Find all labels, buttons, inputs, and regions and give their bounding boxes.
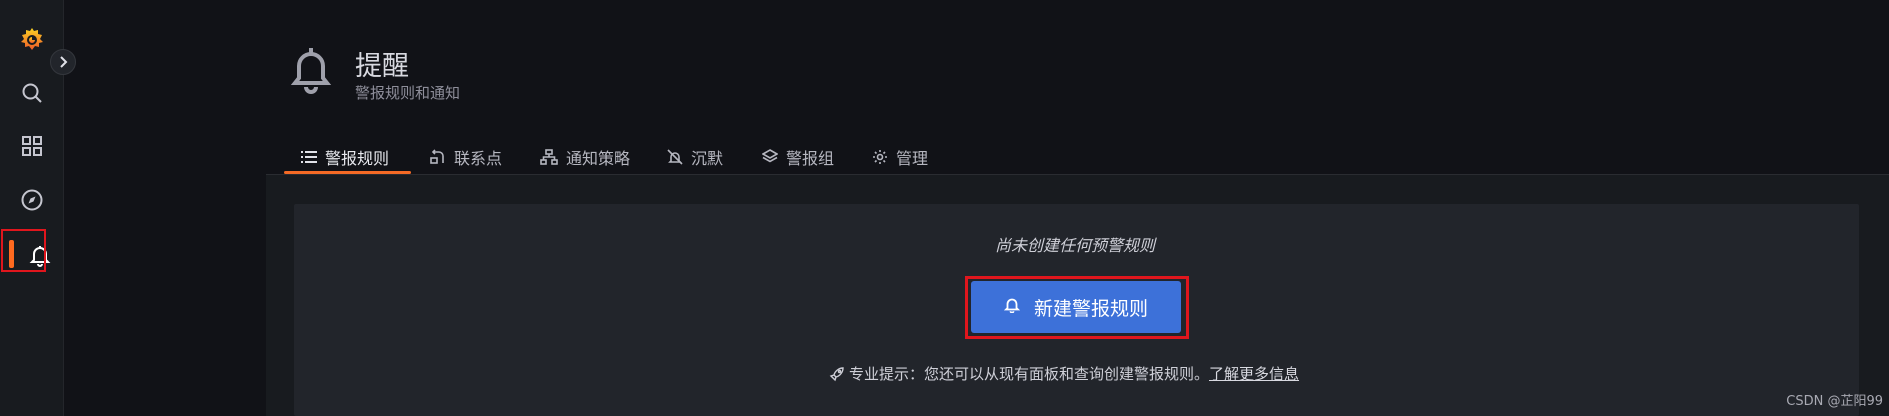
tab-label: 通知策略: [566, 149, 631, 168]
chevron-right-icon: [60, 56, 68, 68]
pro-tip-text: 专业提示：您还可以从现有面板和查询创建警报规则。: [849, 365, 1210, 383]
expand-menu-button[interactable]: [50, 49, 76, 75]
bell-slash-icon: [667, 149, 683, 165]
tab-label: 沉默: [691, 149, 724, 168]
page-title: 提醒: [355, 51, 409, 82]
cog-icon: [872, 149, 888, 165]
empty-state-message: 尚未创建任何预警规则: [994, 236, 1155, 255]
layers-icon: [762, 149, 778, 165]
list-icon: [301, 150, 317, 164]
tab-alert-rules[interactable]: 警报规则: [301, 140, 389, 174]
tab-label: 管理: [896, 149, 929, 168]
tab-admin[interactable]: 管理: [872, 140, 928, 174]
sitemap-icon: [540, 149, 558, 165]
tab-label: 联系点: [454, 149, 503, 168]
tab-contact-points[interactable]: 联系点: [430, 140, 502, 174]
watermark: CSDN @芷阳99: [1786, 394, 1883, 409]
tab-label: 警报组: [786, 149, 835, 168]
highlight-box: [965, 276, 1189, 339]
tab-label: 警报规则: [325, 149, 390, 168]
search-icon[interactable]: [0, 69, 63, 117]
contact-point-icon: [430, 149, 446, 165]
dashboards-grid-icon[interactable]: [0, 122, 63, 170]
learn-more-link[interactable]: 了解更多信息: [1209, 363, 1299, 384]
explore-compass-icon[interactable]: [0, 176, 63, 224]
pro-tip: 专业提示：您还可以从现有面板和查询创建警报规则。 了解更多信息: [829, 363, 1299, 384]
rocket-icon: [829, 366, 845, 382]
tab-alert-groups[interactable]: 警报组: [762, 140, 834, 174]
page-bell-icon: [289, 44, 333, 98]
tab-silences[interactable]: 沉默: [667, 140, 723, 174]
page-subtitle: 警报规则和通知: [355, 84, 461, 102]
tab-notification-policies[interactable]: 通知策略: [540, 140, 630, 174]
